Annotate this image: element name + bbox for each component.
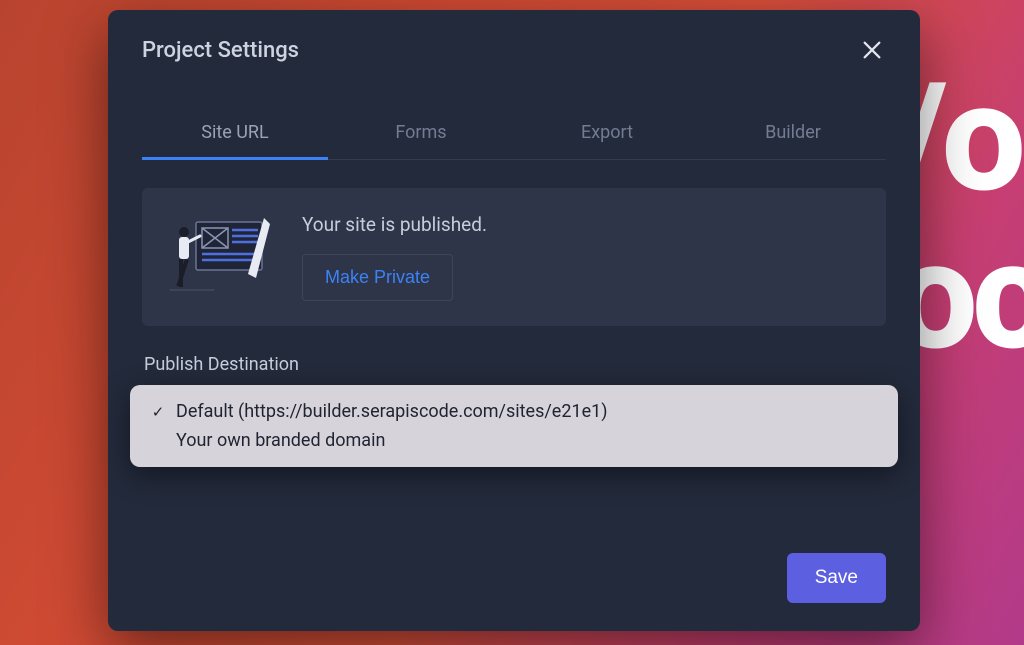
modal-header: Project Settings xyxy=(108,10,920,74)
make-private-button[interactable]: Make Private xyxy=(302,254,453,301)
publish-status-card: Your site is published. Make Private xyxy=(142,188,886,326)
tab-label: Export xyxy=(581,122,633,143)
project-settings-modal: Project Settings Site URL Forms Export B… xyxy=(108,10,920,631)
status-content: Your site is published. Make Private xyxy=(302,213,487,301)
publish-destination-dropdown: ✓ Default (https://builder.serapiscode.c… xyxy=(130,385,898,467)
tab-label: Forms xyxy=(395,122,446,143)
close-icon xyxy=(861,39,883,61)
close-button[interactable] xyxy=(858,36,886,64)
publish-destination-label: Publish Destination xyxy=(144,354,886,375)
tabs-bar: Site URL Forms Export Builder xyxy=(142,122,886,160)
tab-export[interactable]: Export xyxy=(514,122,700,159)
dropdown-option-label: Your own branded domain xyxy=(176,430,385,451)
save-button[interactable]: Save xyxy=(787,553,886,603)
tab-site-url[interactable]: Site URL xyxy=(142,122,328,159)
modal-title: Project Settings xyxy=(142,38,299,63)
tab-label: Site URL xyxy=(201,122,268,143)
tab-builder[interactable]: Builder xyxy=(700,122,886,159)
status-illustration xyxy=(170,212,270,302)
tab-forms[interactable]: Forms xyxy=(328,122,514,159)
dropdown-option-default[interactable]: ✓ Default (https://builder.serapiscode.c… xyxy=(130,397,898,426)
dropdown-option-branded-domain[interactable]: Your own branded domain xyxy=(130,426,898,455)
dropdown-option-label: Default (https://builder.serapiscode.com… xyxy=(176,401,608,422)
status-message: Your site is published. xyxy=(302,213,487,236)
check-icon: ✓ xyxy=(150,403,166,421)
tab-label: Builder xyxy=(765,122,821,143)
